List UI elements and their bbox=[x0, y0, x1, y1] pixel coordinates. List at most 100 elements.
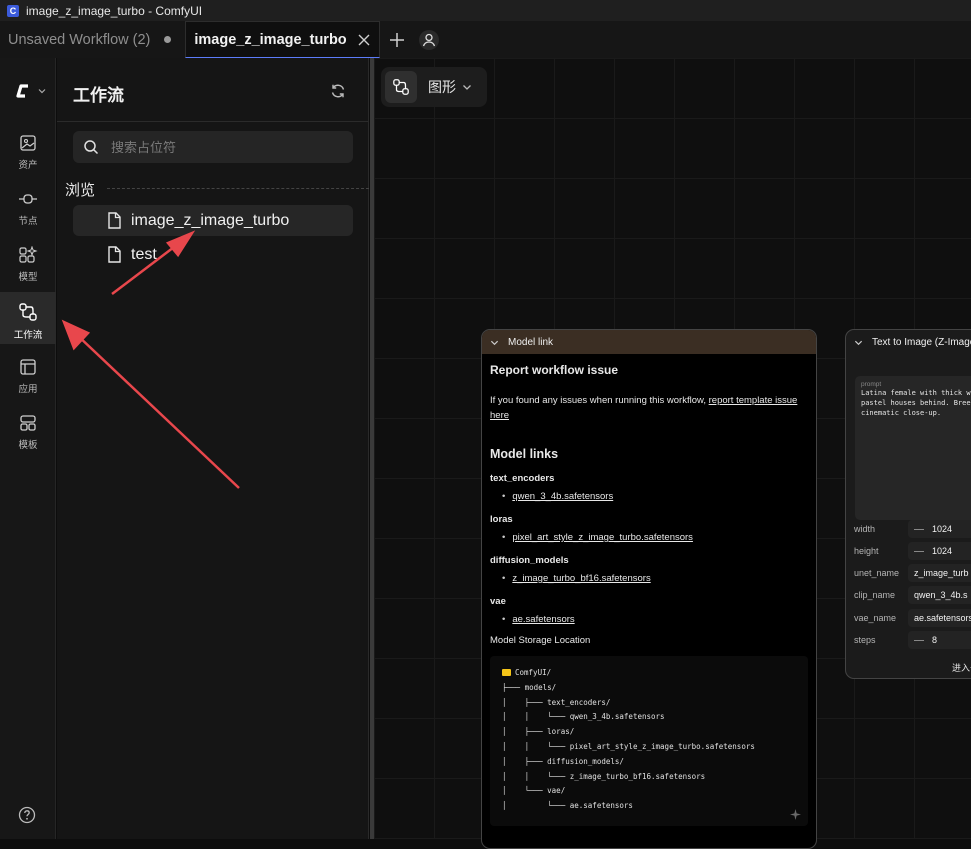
file-name: image_z_image_turbo bbox=[131, 211, 290, 229]
sparkle-icon bbox=[790, 809, 801, 820]
user-button[interactable] bbox=[414, 21, 444, 58]
decrement-icon bbox=[914, 639, 924, 641]
model-link-node[interactable]: Model link Report workflow issue If you … bbox=[481, 329, 817, 849]
widget-label: vae_name bbox=[854, 613, 897, 623]
enter-subgraph-button[interactable]: 进入子 bbox=[952, 661, 971, 674]
sidebar-item-label: 应用 bbox=[18, 384, 38, 395]
widget-value[interactable]: 1024 bbox=[908, 520, 971, 538]
widget-unet-name[interactable]: unet_name z_image_turb bbox=[854, 564, 971, 582]
tree-line: │ │ └─── qwen_3_4b.safetensors bbox=[502, 712, 665, 722]
tab-image-z-image-turbo[interactable]: image_z_image_turbo bbox=[185, 21, 380, 58]
widget-label: clip_name bbox=[854, 590, 896, 600]
widget-height[interactable]: height 1024 bbox=[854, 542, 971, 560]
workflow-icon bbox=[393, 79, 409, 95]
sidebar-item-workflows[interactable]: 工作流 bbox=[0, 292, 56, 344]
widget-label: width bbox=[854, 524, 876, 534]
refresh-button[interactable] bbox=[330, 83, 346, 104]
template-icon bbox=[20, 415, 36, 431]
close-icon[interactable] bbox=[357, 33, 371, 47]
workflow-file-item[interactable]: test bbox=[73, 239, 353, 270]
sidebar-item-label: 资产 bbox=[18, 160, 38, 171]
help-button[interactable] bbox=[18, 806, 36, 829]
tab-unsaved-workflow[interactable]: Unsaved Workflow (2) bbox=[0, 21, 185, 58]
node-icon bbox=[19, 194, 37, 204]
decrement-icon bbox=[914, 550, 924, 552]
text-to-image-node[interactable]: Text to Image (Z-Image prompt Latina fem… bbox=[845, 329, 971, 679]
report-text: If you found any issues when running thi… bbox=[490, 393, 808, 423]
search-icon bbox=[84, 140, 99, 155]
node-header[interactable]: Model link bbox=[482, 330, 816, 354]
storage-tree-code-block: ComfyUI/ ├─── models/ │ ├─── text_encode… bbox=[490, 656, 808, 826]
sidebar-item-label: 节点 bbox=[18, 216, 38, 227]
widget-label: steps bbox=[854, 635, 876, 645]
sidebar-item-models[interactable]: 模型 bbox=[0, 236, 56, 288]
view-mode-switch[interactable]: 图形 bbox=[381, 67, 487, 107]
panel-title: 工作流 bbox=[73, 86, 124, 105]
model-file-link[interactable]: z_image_turbo_bf16.safetensors bbox=[512, 573, 650, 584]
sidebar-rail: 资产 节点 模型 工作流 应用 模板 bbox=[0, 58, 56, 839]
search-input[interactable] bbox=[111, 139, 331, 155]
model-icon bbox=[19, 246, 38, 263]
widget-label: height bbox=[854, 546, 879, 556]
widget-width[interactable]: width 1024 bbox=[854, 520, 971, 538]
collapse-chevron-icon bbox=[490, 340, 499, 345]
plus-icon bbox=[389, 32, 404, 47]
sidebar-item-apps[interactable]: 应用 bbox=[0, 348, 56, 400]
node-header[interactable]: Text to Image (Z-Image bbox=[846, 330, 971, 354]
comfy-logo-icon bbox=[16, 84, 28, 98]
model-links-heading: Model links bbox=[490, 447, 559, 461]
workflow-search[interactable] bbox=[73, 131, 353, 163]
model-file-link[interactable]: pixel_art_style_z_image_turbo.safetensor… bbox=[512, 532, 693, 543]
comfyui-logo-menu[interactable] bbox=[14, 82, 46, 100]
tree-line: │ ├─── text_encoders/ bbox=[502, 697, 611, 707]
chevron-down-icon bbox=[463, 85, 471, 90]
tree-line: │ └─── vae/ bbox=[502, 786, 566, 796]
model-file-link[interactable]: ae.safetensors bbox=[512, 614, 574, 625]
help-icon bbox=[18, 806, 36, 824]
sidebar-item-nodes[interactable]: 节点 bbox=[0, 180, 56, 232]
refresh-icon bbox=[331, 84, 345, 98]
widget-label: unet_name bbox=[854, 568, 900, 578]
comfyui-app-icon: C bbox=[7, 4, 19, 17]
model-file-link[interactable]: qwen_3_4b.safetensors bbox=[512, 491, 613, 502]
widget-value[interactable]: z_image_turb bbox=[908, 564, 971, 582]
prompt-text-line: Latina female with thick wav bbox=[861, 389, 971, 397]
widget-vae-name[interactable]: vae_name ae.safetensors bbox=[854, 609, 971, 627]
chevron-down-icon bbox=[38, 89, 46, 94]
category-label: diffusion_models bbox=[490, 555, 569, 566]
category-label: text_encoders bbox=[490, 473, 555, 484]
browse-divider bbox=[107, 188, 369, 189]
workflow-icon bbox=[19, 303, 37, 321]
browse-section-label: 浏览 bbox=[65, 182, 96, 199]
workflow-file-item[interactable]: image_z_image_turbo bbox=[73, 205, 353, 236]
widget-clip-name[interactable]: clip_name qwen_3_4b.s bbox=[854, 586, 971, 604]
tab-label: Unsaved Workflow (2) bbox=[8, 31, 151, 48]
app-icon bbox=[20, 359, 36, 375]
file-icon bbox=[108, 246, 121, 263]
prompt-text-line: pastel houses behind. Breezy bbox=[861, 399, 971, 407]
decrement-icon bbox=[914, 528, 924, 530]
sidebar-item-label: 模板 bbox=[18, 440, 38, 451]
tab-label: image_z_image_turbo bbox=[194, 31, 347, 48]
graph-view-button[interactable] bbox=[385, 71, 417, 103]
report-heading: Report workflow issue bbox=[490, 363, 619, 377]
file-name: test bbox=[131, 245, 157, 263]
collapse-chevron-icon bbox=[854, 340, 863, 345]
storage-location-label: Model Storage Location bbox=[490, 635, 591, 646]
new-tab-button[interactable] bbox=[380, 21, 414, 58]
widget-steps[interactable]: steps 8 bbox=[854, 631, 971, 649]
workflow-tabbar: Unsaved Workflow (2) image_z_image_turbo bbox=[0, 21, 971, 58]
widget-value[interactable]: 1024 bbox=[908, 542, 971, 560]
category-label: loras bbox=[490, 514, 513, 525]
graph-canvas[interactable]: 图形 Model link Report workflow issue If y… bbox=[374, 58, 971, 849]
widget-value[interactable]: ae.safetensors bbox=[908, 609, 971, 627]
category-label: vae bbox=[490, 596, 506, 607]
sidebar-item-templates[interactable]: 模板 bbox=[0, 404, 56, 456]
node-title: Model link bbox=[508, 336, 554, 348]
widget-value[interactable]: 8 bbox=[908, 631, 971, 649]
sidebar-item-assets[interactable]: 资产 bbox=[0, 124, 56, 176]
sidebar-item-label: 工作流 bbox=[13, 330, 43, 341]
sidebar-item-label: 模型 bbox=[18, 272, 38, 283]
widget-value[interactable]: qwen_3_4b.s bbox=[908, 586, 971, 604]
prompt-textarea[interactable]: prompt Latina female with thick wav past… bbox=[855, 376, 971, 520]
